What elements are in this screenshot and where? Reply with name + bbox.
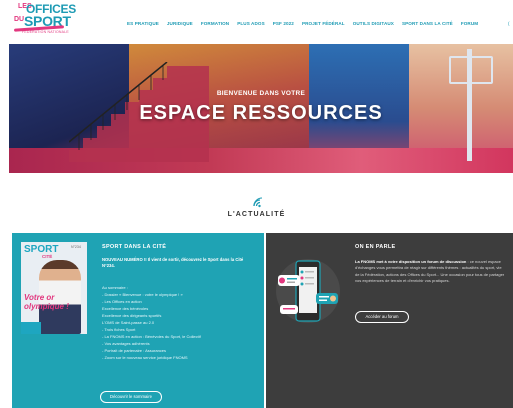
discover-sommaire-button[interactable]: Découvrir le sommaire <box>100 391 162 403</box>
left-panel-intro: NOUVEAU NUMÉRO !! Il vient de sortir, dé… <box>102 257 244 268</box>
nav-item-sport-dans-la-cite[interactable]: SPORT DANS LA CITÉ <box>402 21 453 26</box>
list-item: - Dossier « Bienvenue : votre le olympiq… <box>102 292 183 297</box>
hero-banner: BIENVENUE DANS VOTRE ESPACE RESSOURCES <box>9 44 513 173</box>
list-item: - La FNOMS en action : Bénévoles du Spor… <box>102 334 201 339</box>
list-item: - Vos avantages adhérents <box>102 341 150 346</box>
magazine-headline: Votre or olympique ! <box>24 293 69 311</box>
nav-item-pratique[interactable]: ES PRATIQUE <box>127 21 159 26</box>
sport-dans-la-cite-panel: SPORT CITÉ N°234 Votre or olympique ! SP… <box>12 233 264 408</box>
nav-item-forum[interactable]: FORUM <box>461 21 478 26</box>
left-panel-heading: SPORT DANS LA CITÉ <box>102 244 167 250</box>
nav-item-plus-ados[interactable]: PLUS ADOS <box>237 21 265 26</box>
nav-item-truncated[interactable]: ( <box>508 21 510 26</box>
magazine-brand-sub: CITÉ <box>42 254 53 259</box>
main-nav: ES PRATIQUE JURIDIQUE FORMATION PLUS ADO… <box>127 21 478 26</box>
site-logo[interactable]: LES OFFICES DU SPORT FÉDÉRATION NATIONAL… <box>12 2 76 41</box>
right-panel-heading: ON EN PARLE <box>355 244 396 250</box>
nav-item-formation[interactable]: FORMATION <box>201 21 229 26</box>
hero-title: ESPACE RESSOURCES <box>139 102 383 124</box>
actualite-title: L'ACTUALITÉ <box>227 211 286 218</box>
magazine-footer-block <box>21 322 41 334</box>
nav-item-psf[interactable]: PSF 2022 <box>273 21 294 26</box>
on-en-parle-panel: ON EN PARLE La FNOMS met à votre disposi… <box>266 233 513 408</box>
logo-tagline: FÉDÉRATION NATIONALE <box>22 30 69 34</box>
access-forum-button[interactable]: Accéder au forum <box>355 311 409 323</box>
list-item: - Portrait de partenaire : Assurances <box>102 348 167 353</box>
forum-description: La FNOMS met à votre disposition un foru… <box>355 259 505 285</box>
logo-du: DU <box>14 16 25 23</box>
forum-description-bold: La FNOMS met à votre disposition un foru… <box>355 259 467 264</box>
list-item: L'OMS de Saint-passe au 2.0 <box>102 320 155 325</box>
hero-subtitle: BIENVENUE DANS VOTRE <box>216 90 306 97</box>
list-item: - Trois fiches Sport <box>102 327 136 332</box>
list-item: - Zoom sur le nouveau service juridique … <box>102 355 188 360</box>
list-item: Excellence des dirigeants sportifs <box>102 313 162 318</box>
nav-item-projet-federal[interactable]: PROJET FÉDÉRAL <box>302 21 345 26</box>
forum-chat-icon <box>276 259 340 323</box>
list-item: - Les Offices en action <box>102 299 142 304</box>
magazine-issue: N°234 <box>71 245 81 249</box>
site-header: LES OFFICES DU SPORT FÉDÉRATION NATIONAL… <box>0 0 513 44</box>
list-item: Au sommaire : <box>102 285 128 290</box>
nav-item-juridique[interactable]: JURIDIQUE <box>167 21 193 26</box>
nav-item-outils-digitaux[interactable]: OUTILS DIGITAUX <box>353 21 394 26</box>
sommaire-list: Au sommaire : - Dossier « Bienvenue : vo… <box>102 284 257 361</box>
magazine-cover[interactable]: SPORT CITÉ N°234 Votre or olympique ! <box>21 242 87 334</box>
wifi-signal-icon <box>253 197 263 208</box>
list-item: Excellence des bénévoles <box>102 306 149 311</box>
